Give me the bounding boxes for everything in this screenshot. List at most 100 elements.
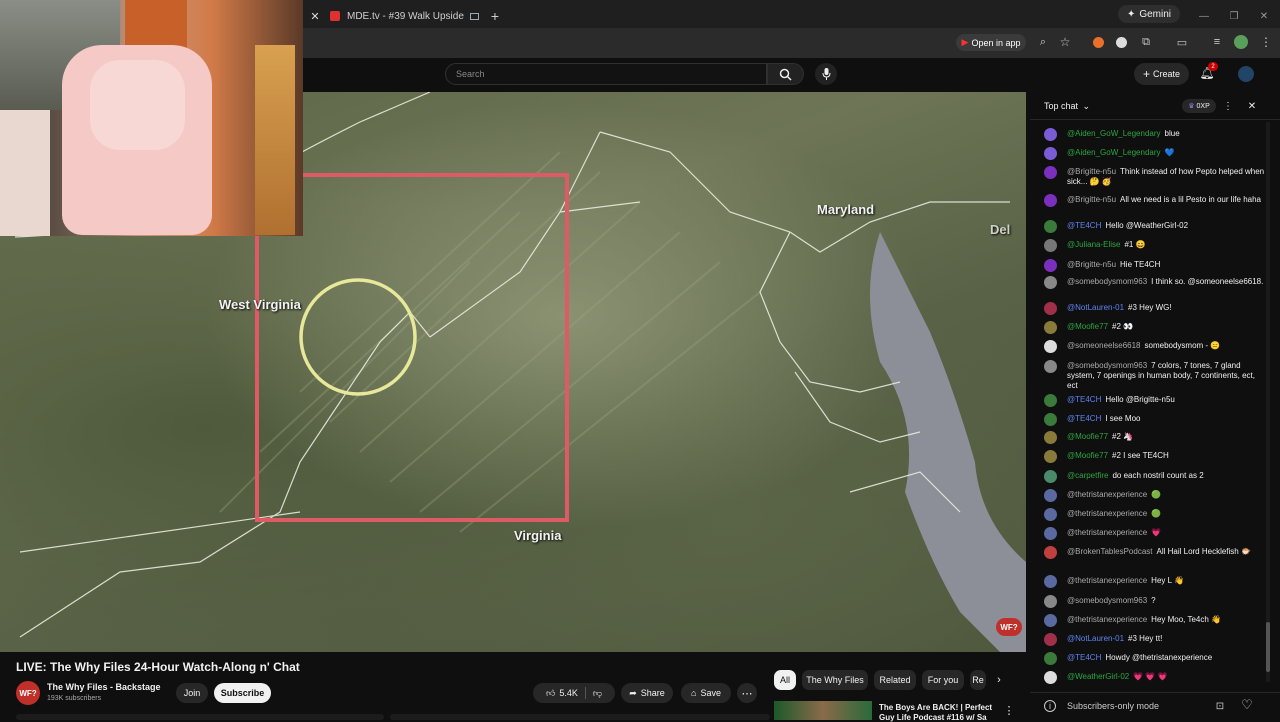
xp-badge[interactable]: ♛ 0XP	[1182, 99, 1216, 113]
chat-author-name[interactable]: @Aiden_GoW_Legendary	[1067, 129, 1161, 138]
chat-author-avatar[interactable]	[1044, 321, 1057, 334]
chat-author-name[interactable]: @TE4CH	[1067, 221, 1101, 230]
chat-author-name[interactable]: @BrokenTablesPodcast	[1067, 547, 1153, 556]
chat-author-name[interactable]: @WeatherGirl-02	[1067, 672, 1129, 681]
chat-author-avatar[interactable]	[1044, 413, 1057, 426]
chat-author-avatar[interactable]	[1044, 633, 1057, 646]
chat-author-name[interactable]: @Brigitte-n5u	[1067, 260, 1116, 269]
chat-author-name[interactable]: @somebodysmom963	[1067, 277, 1147, 286]
thumbs-down-icon[interactable]: 👎︎	[593, 688, 602, 699]
chat-author-avatar[interactable]	[1044, 431, 1057, 444]
create-button[interactable]: + Create	[1134, 63, 1189, 85]
chat-reactions-icon[interactable]: ⊡	[1213, 699, 1227, 713]
chat-author-avatar[interactable]	[1044, 394, 1057, 407]
chat-author-name[interactable]: @TE4CH	[1067, 653, 1101, 662]
chat-author-avatar[interactable]	[1044, 239, 1057, 252]
recommended-thumbnail[interactable]	[774, 701, 872, 720]
subscribe-button[interactable]: Subscribe	[214, 683, 271, 703]
chat-author-name[interactable]: @thetristanexperience	[1067, 490, 1147, 499]
chat-author-avatar[interactable]	[1044, 128, 1057, 141]
description-box[interactable]	[390, 714, 770, 720]
chat-author-name[interactable]: @Aiden_GoW_Legendary	[1067, 148, 1161, 157]
more-options-icon[interactable]: ⋮	[1004, 704, 1015, 717]
chat-author-name[interactable]: @TE4CH	[1067, 395, 1101, 404]
chat-author-avatar[interactable]	[1044, 652, 1057, 665]
chat-author-avatar[interactable]	[1044, 302, 1057, 315]
join-button[interactable]: Join	[176, 683, 208, 703]
recommended-title-line2[interactable]: Guy Life Podcast #116 w/ Sa	[879, 713, 987, 722]
close-window-icon[interactable]: ✕	[1256, 4, 1272, 28]
search-button[interactable]	[767, 63, 804, 85]
maximize-icon[interactable]: ❐	[1226, 4, 1242, 28]
like-count[interactable]: 5.4K	[559, 688, 578, 698]
browser-menu-icon[interactable]: ⋮	[1260, 35, 1272, 49]
chat-author-name[interactable]: @thetristanexperience	[1067, 615, 1147, 624]
channel-avatar[interactable]: WF?	[16, 681, 40, 705]
voice-search-button[interactable]	[815, 63, 837, 85]
open-in-app-button[interactable]: ▶ Open in app	[956, 34, 1026, 51]
chip-related[interactable]: Related	[874, 670, 916, 690]
heart-icon[interactable]: ♡	[1240, 697, 1254, 712]
chat-author-name[interactable]: @Brigitte-n5u	[1067, 195, 1116, 204]
chat-author-name[interactable]: @Moofie77	[1067, 322, 1108, 331]
chat-author-avatar[interactable]	[1044, 546, 1057, 559]
bookmark-star-icon[interactable]: ☆	[1058, 35, 1072, 49]
media-icon[interactable]: ≡	[1210, 35, 1224, 49]
chat-author-name[interactable]: @Juliana-Elise	[1067, 240, 1120, 249]
new-tab-button[interactable]: +	[486, 4, 504, 28]
gemini-button[interactable]: ✦ Gemini	[1118, 5, 1180, 23]
share-button[interactable]: ➦ Share	[621, 683, 673, 703]
browser-tab[interactable]: MDE.tv - #39 Walk Upside	[330, 4, 480, 28]
save-button[interactable]: ⌂ Save	[681, 683, 731, 703]
chat-author-avatar[interactable]	[1044, 360, 1057, 373]
chat-author-avatar[interactable]	[1044, 166, 1057, 179]
chat-author-name[interactable]: @someoneelse6618	[1067, 341, 1141, 350]
chat-author-name[interactable]: @carpetfire	[1067, 471, 1108, 480]
chat-author-avatar[interactable]	[1044, 340, 1057, 353]
chat-author-avatar[interactable]	[1044, 671, 1057, 684]
info-icon[interactable]: i	[1044, 700, 1056, 712]
recommended-title[interactable]: The Boys Are BACK! | Perfect	[879, 703, 992, 712]
chat-author-name[interactable]: @Brigitte-n5u	[1067, 167, 1116, 176]
minimize-icon[interactable]: —	[1196, 4, 1212, 28]
chat-author-avatar[interactable]	[1044, 220, 1057, 233]
extensions-puzzle-icon[interactable]: ⧉	[1139, 35, 1153, 49]
chat-author-name[interactable]: @NotLauren-01	[1067, 303, 1124, 312]
chat-author-name[interactable]: @TE4CH	[1067, 414, 1101, 423]
cast-icon[interactable]: ▭	[1175, 35, 1189, 49]
chat-author-name[interactable]: @somebodysmom963	[1067, 361, 1147, 370]
chat-author-avatar[interactable]	[1044, 276, 1057, 289]
chip-the-why-files[interactable]: The Why Files	[802, 670, 868, 690]
chat-author-avatar[interactable]	[1044, 259, 1057, 272]
search-box[interactable]: Search	[445, 63, 767, 85]
extension-icon[interactable]	[1116, 37, 1127, 48]
chat-author-name[interactable]: @thetristanexperience	[1067, 576, 1147, 585]
chat-author-avatar[interactable]	[1044, 614, 1057, 627]
thumbs-up-icon[interactable]: 👍︎	[546, 688, 555, 699]
chat-scrollbar-track[interactable]	[1266, 122, 1270, 682]
close-tab-icon[interactable]: ✕	[305, 4, 325, 28]
more-actions-icon[interactable]: ⋯	[737, 683, 757, 703]
chat-author-avatar[interactable]	[1044, 508, 1057, 521]
chat-author-avatar[interactable]	[1044, 450, 1057, 463]
chat-author-name[interactable]: @thetristanexperience	[1067, 509, 1147, 518]
chat-author-avatar[interactable]	[1044, 194, 1057, 207]
chip-partial[interactable]: Re	[970, 670, 986, 690]
chat-author-name[interactable]: @NotLauren-01	[1067, 634, 1124, 643]
chip-for-you[interactable]: For you	[922, 670, 964, 690]
profile-avatar[interactable]	[1234, 35, 1248, 49]
zoom-icon[interactable]: ⌕	[1036, 35, 1050, 49]
chat-author-avatar[interactable]	[1044, 575, 1057, 588]
top-chat-dropdown[interactable]: Top chat ⌄	[1044, 101, 1090, 112]
channel-name[interactable]: The Why Files - Backstage	[47, 682, 161, 692]
account-avatar[interactable]	[1238, 66, 1254, 82]
chat-author-avatar[interactable]	[1044, 527, 1057, 540]
chat-author-avatar[interactable]	[1044, 470, 1057, 483]
close-chat-icon[interactable]: ✕	[1246, 100, 1258, 112]
chat-menu-icon[interactable]: ⋮	[1223, 100, 1233, 112]
chat-author-name[interactable]: @somebodysmom963	[1067, 596, 1147, 605]
chat-author-avatar[interactable]	[1044, 147, 1057, 160]
chat-author-name[interactable]: @Moofie77	[1067, 451, 1108, 460]
chat-scrollbar-thumb[interactable]	[1266, 622, 1270, 672]
chevron-right-icon[interactable]: ›	[992, 673, 1006, 687]
